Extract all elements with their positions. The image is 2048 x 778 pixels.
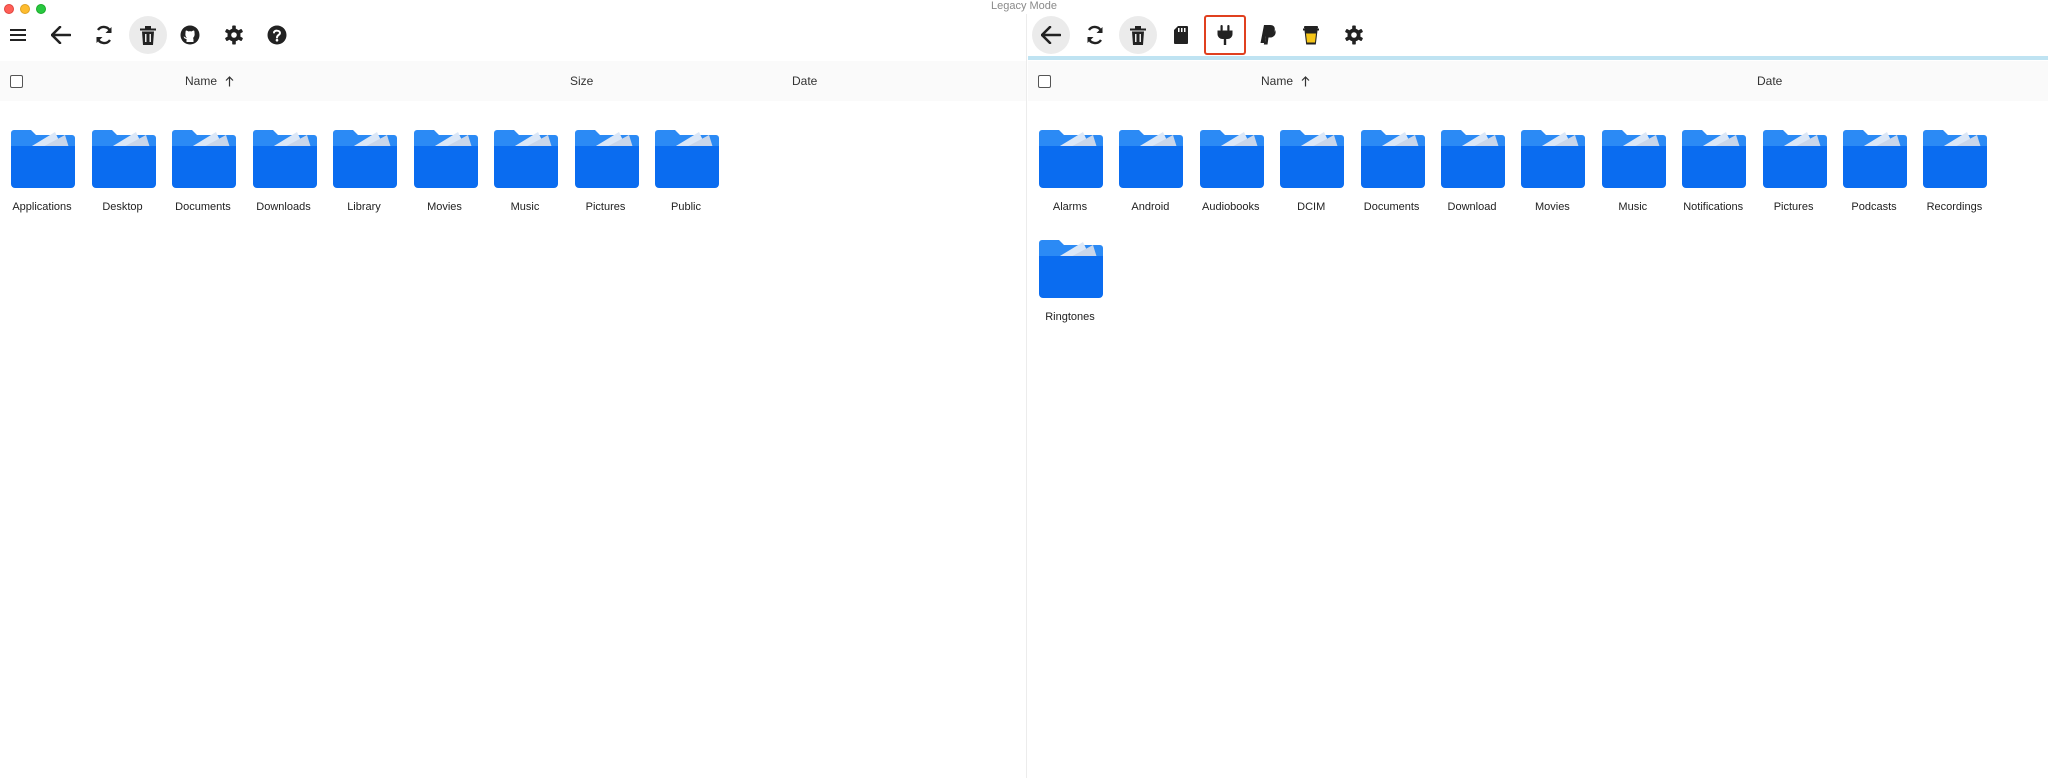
folder-item[interactable]: Ringtones xyxy=(1030,239,1110,339)
folder-icon xyxy=(252,130,317,188)
folder-icon xyxy=(1039,130,1103,188)
settings-button[interactable] xyxy=(1335,16,1373,54)
gear-icon xyxy=(1345,25,1363,45)
folder-label: Public xyxy=(671,201,701,213)
loading-progress-line xyxy=(1028,56,2048,60)
left-toolbar xyxy=(0,14,1026,56)
delete-button[interactable] xyxy=(129,16,167,54)
folder-item[interactable]: Documents xyxy=(163,129,243,229)
folder-icon xyxy=(1843,130,1907,188)
gear-icon xyxy=(225,25,243,45)
name-column-label: Name xyxy=(1261,74,1294,88)
folder-item[interactable]: Documents xyxy=(1352,129,1432,229)
sd-card-button[interactable] xyxy=(1162,16,1200,54)
folder-item[interactable]: Desktop xyxy=(83,129,163,229)
delete-button[interactable] xyxy=(1119,16,1157,54)
folder-icon xyxy=(1199,130,1264,188)
name-column-label: Name xyxy=(185,74,218,88)
folder-icon xyxy=(1119,130,1184,188)
folder-icon xyxy=(91,130,156,188)
help-icon xyxy=(267,25,287,45)
help-button[interactable] xyxy=(258,16,296,54)
folder-item[interactable]: Pictures xyxy=(566,129,646,229)
folder-item[interactable]: Android xyxy=(1110,129,1190,229)
back-button[interactable] xyxy=(1032,16,1070,54)
folder-icon xyxy=(1601,130,1666,188)
folder-icon xyxy=(11,130,75,188)
folder-item[interactable]: Download xyxy=(1432,129,1512,229)
name-column-header[interactable]: Name xyxy=(185,61,234,101)
sd-card-icon xyxy=(1174,26,1188,44)
trash-icon xyxy=(140,25,156,45)
folder-icon xyxy=(1441,130,1505,188)
folder-item[interactable]: Music xyxy=(1593,129,1673,229)
folder-item[interactable]: Library xyxy=(324,129,404,229)
right-pane: Name Date Alarms Android Audiobooks DCIM Doc… xyxy=(1028,14,2048,778)
paypal-button[interactable] xyxy=(1249,16,1287,54)
buy-me-coffee-button[interactable] xyxy=(1292,16,1330,54)
coffee-cup-icon xyxy=(1303,26,1319,45)
folder-item[interactable]: DCIM xyxy=(1271,129,1351,229)
github-icon xyxy=(180,25,200,45)
folder-item[interactable]: Music xyxy=(485,129,565,229)
folder-icon xyxy=(333,130,397,188)
refresh-icon xyxy=(96,25,112,45)
folder-icon xyxy=(1280,130,1345,188)
folder-icon xyxy=(1039,240,1103,298)
folder-item[interactable]: Downloads xyxy=(244,129,324,229)
size-column-header[interactable]: Size xyxy=(570,61,593,101)
folder-item[interactable]: Movies xyxy=(1512,129,1592,229)
folder-label: Ringtones xyxy=(1045,311,1095,323)
refresh-button[interactable] xyxy=(85,16,123,54)
folder-item[interactable]: Applications xyxy=(2,129,82,229)
connect-device-button[interactable] xyxy=(1204,15,1246,55)
folder-item[interactable]: Movies xyxy=(405,129,485,229)
folder-icon xyxy=(1762,130,1827,188)
folder-item[interactable]: Public xyxy=(646,129,726,229)
plug-icon xyxy=(1217,25,1233,45)
folder-icon xyxy=(494,130,558,188)
back-arrow-icon xyxy=(51,26,71,44)
menu-button[interactable] xyxy=(0,16,37,54)
right-toolbar xyxy=(1028,14,2048,56)
trash-icon xyxy=(1130,25,1146,45)
folder-icon xyxy=(1923,130,1988,188)
menu-icon xyxy=(10,29,26,41)
select-all-checkbox[interactable] xyxy=(1038,75,1051,88)
refresh-icon xyxy=(1087,25,1103,45)
date-column-header[interactable]: Date xyxy=(792,61,817,101)
folder-icon xyxy=(1360,130,1425,188)
app-window: Legacy Mode Name Size Date Applications … xyxy=(0,0,2048,778)
title-bar: Legacy Mode xyxy=(0,0,2048,14)
folder-item[interactable]: Recordings xyxy=(1914,129,1994,229)
window-title: Legacy Mode xyxy=(990,0,1058,12)
folder-icon xyxy=(172,130,236,188)
settings-button[interactable] xyxy=(215,16,253,54)
left-column-header: Name Size Date xyxy=(0,61,1026,101)
sort-ascending-icon xyxy=(225,76,234,87)
github-button[interactable] xyxy=(171,16,209,54)
folder-item[interactable]: Notifications xyxy=(1673,129,1753,229)
right-column-header: Name Date xyxy=(1028,61,2048,101)
folder-label: Recordings xyxy=(1926,201,1983,213)
select-all-checkbox[interactable] xyxy=(10,75,23,88)
folder-icon xyxy=(413,130,478,188)
folder-item[interactable]: Podcasts xyxy=(1834,129,1914,229)
folder-item[interactable]: Audiobooks xyxy=(1191,129,1271,229)
name-column-header[interactable]: Name xyxy=(1261,61,1310,101)
folder-icon xyxy=(1521,130,1586,188)
folder-icon xyxy=(1682,130,1747,188)
paypal-icon xyxy=(1260,25,1276,45)
folder-icon xyxy=(655,130,719,188)
folder-item[interactable]: Alarms xyxy=(1030,129,1110,229)
folder-item[interactable]: Pictures xyxy=(1754,129,1834,229)
refresh-button[interactable] xyxy=(1076,16,1114,54)
back-button[interactable] xyxy=(42,16,80,54)
left-pane: Name Size Date Applications Desktop Docume… xyxy=(0,14,1027,778)
date-column-header[interactable]: Date xyxy=(1757,61,1782,101)
folder-icon xyxy=(574,130,639,188)
sort-ascending-icon xyxy=(1301,76,1310,87)
back-arrow-icon xyxy=(1041,26,1061,44)
